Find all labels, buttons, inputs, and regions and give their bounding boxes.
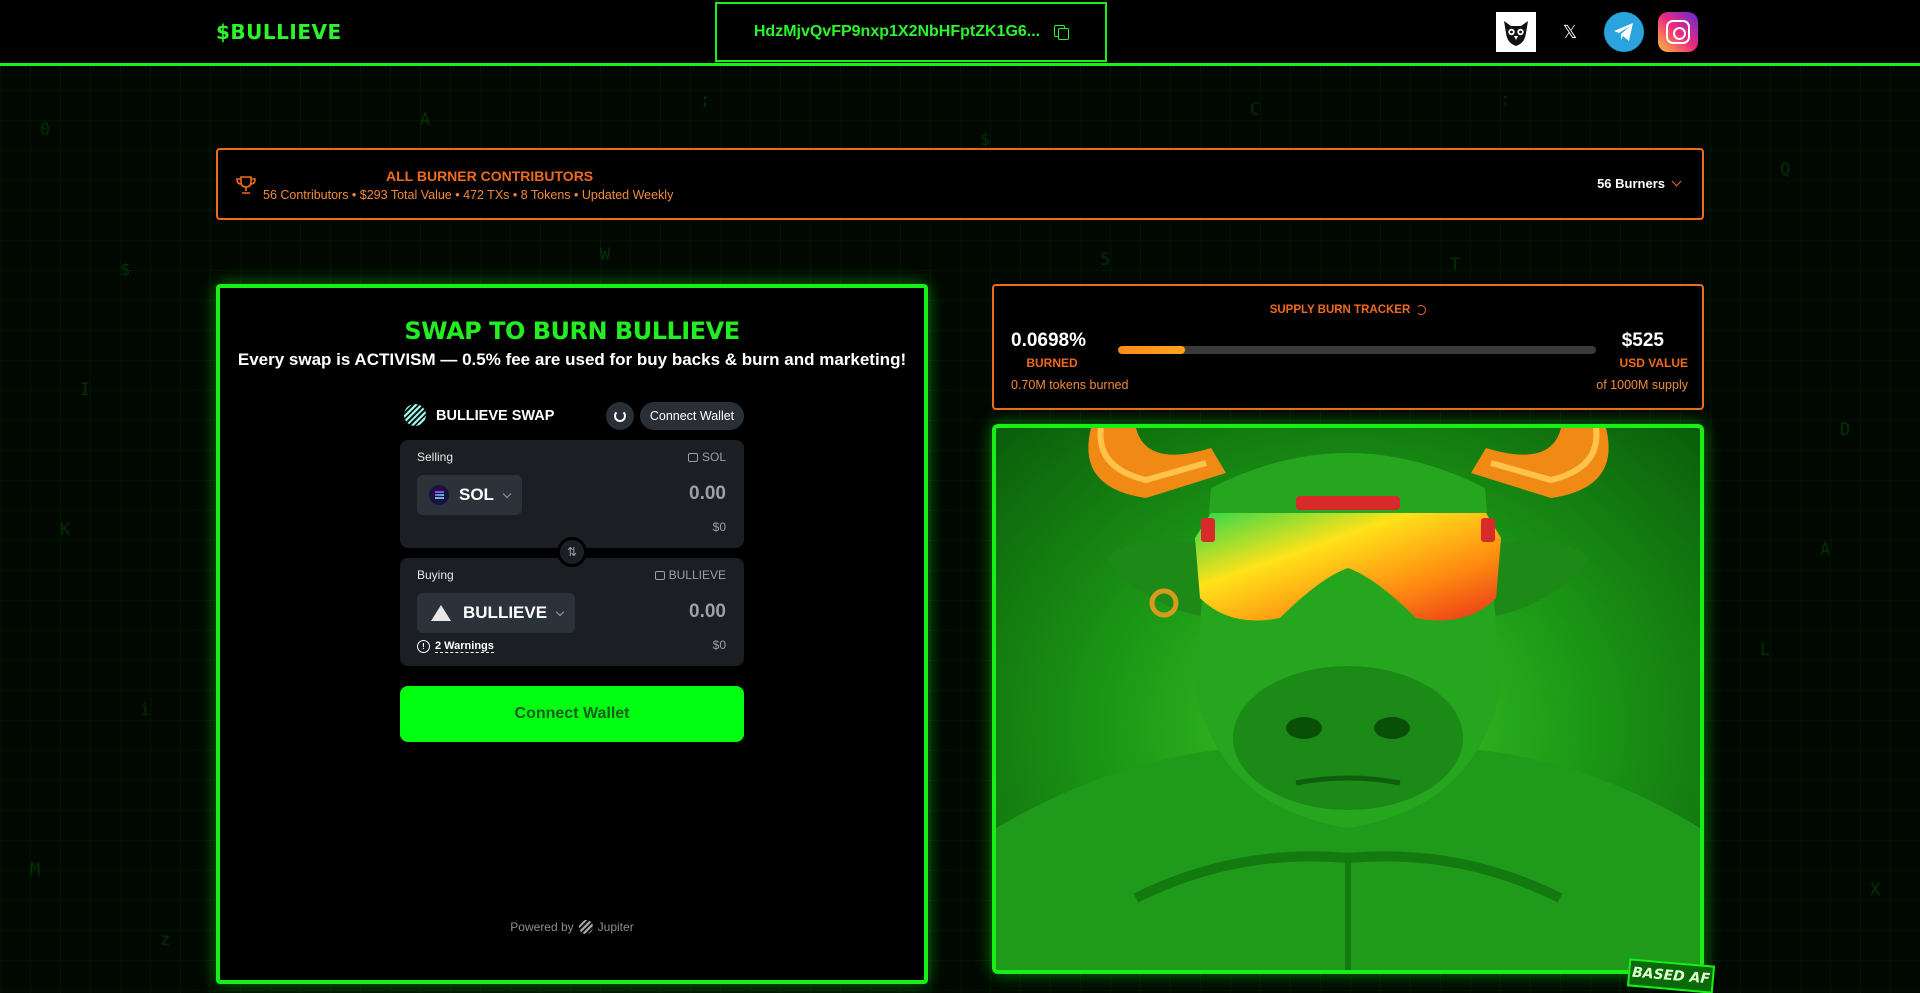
selling-token-selector[interactable]: SOL (417, 475, 522, 515)
site-logo[interactable]: $BULLIEVE (216, 20, 342, 44)
connect-wallet-button[interactable]: Connect Wallet (400, 686, 744, 742)
refresh-icon[interactable] (1416, 305, 1427, 315)
warnings-text: 2 Warnings (435, 640, 494, 653)
wallet-icon (654, 570, 665, 580)
chevron-down-icon (502, 489, 512, 498)
buying-token-name: BULLIEVE (463, 603, 548, 622)
powered-by: Powered by Jupiter (220, 920, 924, 934)
contributors-summary: 56 Contributors • $293 Total Value • 472… (263, 188, 674, 202)
usd-value: $525 (1621, 330, 1664, 351)
buying-token-selector[interactable]: BULLIEVE (417, 593, 576, 633)
contract-address-box[interactable]: HdzMjvQvFP9nxp1X2NbHFptZK1G6... (715, 2, 1107, 62)
swap-panel: SWAP TO BURN BULLIEVE Every swap is ACTI… (216, 284, 928, 984)
selling-label: Selling (417, 450, 454, 464)
owl-icon[interactable] (1496, 12, 1536, 52)
warnings-link[interactable]: ! 2 Warnings (417, 640, 494, 653)
burners-label: 56 Burners (1597, 176, 1665, 191)
powered-by-brand[interactable]: Jupiter (598, 920, 634, 934)
contract-address: HdzMjvQvFP9nxp1X2NbHFptZK1G6... (753, 23, 1041, 40)
swap-direction-button[interactable]: ⇅ (557, 537, 587, 567)
widget-header: BULLIEVE SWAP Connect Wallet (400, 400, 744, 432)
widget-name: BULLIEVE SWAP (436, 408, 555, 424)
selling-balance: SOL (687, 450, 726, 464)
trophy-icon (236, 176, 256, 194)
burned-percent: 0.0698% (1011, 330, 1087, 351)
buying-usd-value: $0 (712, 638, 726, 652)
instagram-icon[interactable] (1658, 12, 1698, 52)
burners-dropdown[interactable]: 56 Burners (1597, 176, 1682, 191)
selling-token-name: SOL (459, 485, 494, 504)
burner-contributors-bar[interactable]: ALL BURNER CONTRIBUTORS 56 Contributors … (216, 148, 1704, 220)
buying-label: Buying (417, 568, 454, 582)
tokens-burned: 0.70M tokens burned (1011, 378, 1129, 392)
burn-progress-fill (1118, 346, 1185, 354)
swap-title: SWAP TO BURN BULLIEVE (404, 317, 740, 345)
supply-burn-tracker: SUPPLY BURN TRACKER 0.0698% BURNED $525 … (992, 284, 1704, 410)
swap-subtitle: Every swap is ACTIVISM — 0.5% fee are us… (237, 350, 907, 369)
selling-balance-token: SOL (701, 450, 726, 464)
chevron-down-icon (555, 607, 565, 616)
selling-amount-input[interactable]: 0.00 (689, 483, 726, 505)
refresh-icon (614, 410, 626, 422)
buying-balance: BULLIEVE (654, 568, 726, 582)
buying-amount: 0.00 (689, 601, 726, 622)
usd-value-label: USD VALUE (1619, 356, 1688, 370)
telegram-icon[interactable] (1604, 12, 1644, 52)
buying-balance-token: BULLIEVE (668, 568, 726, 582)
jupiter-icon (578, 920, 593, 934)
burned-label: BURNED (1026, 356, 1078, 370)
selling-box: Selling SOL SOL 0.00 $0 (400, 440, 744, 548)
contributors-title: ALL BURNER CONTRIBUTORS (386, 168, 594, 184)
buying-box: Buying BULLIEVE BULLIEVE 0.00 $0 ! 2 War… (400, 558, 744, 666)
selling-usd-value: $0 (712, 520, 726, 534)
top-header: $BULLIEVE HdzMjvQvFP9nxp1X2NbHFptZK1G6..… (0, 0, 1920, 66)
total-supply: of 1000M supply (1596, 378, 1688, 392)
chevron-down-icon (1671, 176, 1682, 187)
x-icon[interactable]: 𝕏 (1550, 12, 1590, 52)
tracker-title: SUPPLY BURN TRACKER (1269, 304, 1411, 316)
tracker-title-row: SUPPLY BURN TRACKER (994, 304, 1702, 316)
bullieve-token-icon (429, 602, 453, 624)
burn-progress-bar (1118, 346, 1596, 354)
jupiter-logo-icon (404, 404, 426, 426)
wallet-icon (687, 452, 698, 462)
swap-widget: BULLIEVE SWAP Connect Wallet Selling SOL… (400, 400, 744, 742)
bull-mascot-image (992, 424, 1704, 974)
sol-token-icon (429, 485, 449, 505)
connect-wallet-small-button[interactable]: Connect Wallet (640, 402, 744, 430)
refresh-button[interactable] (606, 402, 634, 430)
copy-icon[interactable] (1054, 25, 1070, 40)
powered-by-label: Powered by (510, 920, 574, 934)
social-links: 𝕏 (1496, 12, 1698, 52)
info-icon: ! (417, 640, 430, 653)
